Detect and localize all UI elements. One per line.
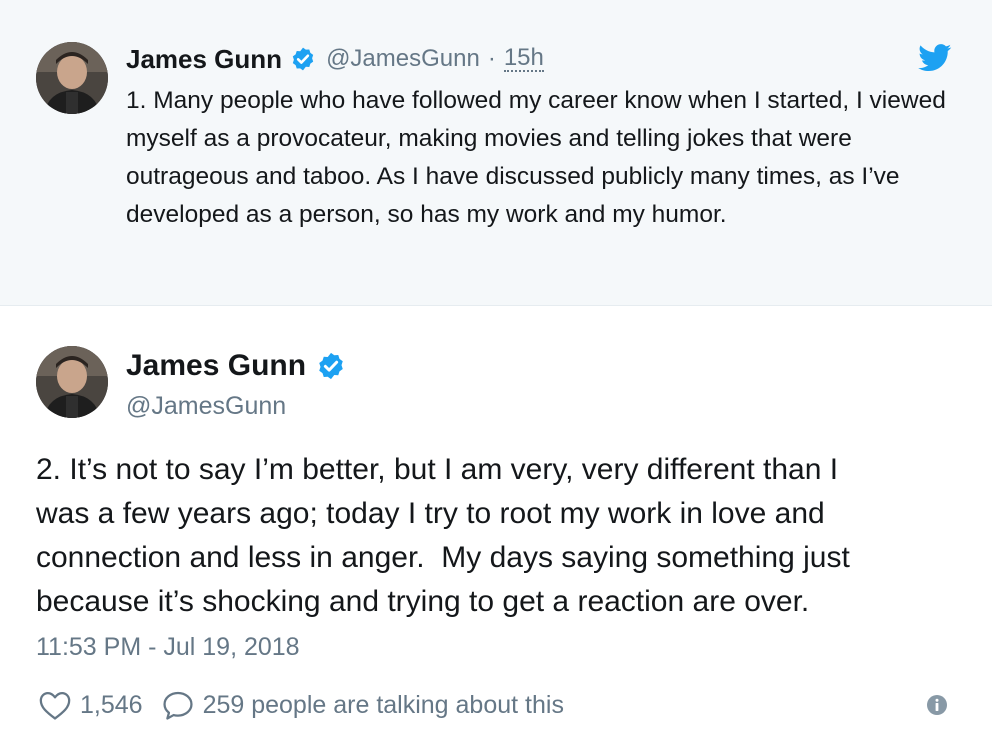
conversation-label: 259 people are talking about this: [202, 690, 564, 719]
main-tweet-header: James Gunn @JamesGunn: [126, 346, 346, 421]
twitter-bird-icon[interactable]: [918, 44, 952, 72]
avatar[interactable]: [36, 346, 108, 418]
like-count: 1,546: [80, 690, 143, 719]
tweet-timestamp[interactable]: 11:53 PM - Jul 19, 2018: [36, 633, 300, 662]
speech-bubble-icon: [162, 691, 193, 720]
info-icon[interactable]: [926, 694, 948, 716]
author-name-row: James Gunn: [126, 346, 346, 386]
avatar-photo: [36, 346, 108, 418]
tweet-time-link[interactable]: 15h: [503, 46, 544, 72]
author-name[interactable]: James Gunn: [126, 349, 306, 383]
conversation-link[interactable]: 259 people are talking about this: [161, 689, 564, 721]
author-name[interactable]: James Gunn: [126, 44, 282, 75]
verified-badge-icon: [319, 352, 343, 380]
verified-badge-icon: [292, 47, 314, 71]
separator-dot: ·: [487, 45, 496, 72]
heart-icon: [39, 691, 71, 720]
screen-name[interactable]: @JamesGunn: [126, 392, 346, 421]
main-tweet-text: 2. It’s not to say I’m better, but I am …: [36, 453, 850, 618]
screen-name[interactable]: @JamesGunn: [326, 45, 480, 73]
avatar[interactable]: [36, 42, 108, 114]
parent-tweet-text: 1. Many people who have followed my care…: [126, 87, 946, 228]
like-button[interactable]: 1,546: [38, 689, 143, 721]
tweet-actions: 1,546 259 people are talking about this: [38, 688, 564, 722]
parent-tweet-header: James Gunn @JamesGunn · 15h: [126, 42, 544, 76]
parent-tweet[interactable]: James Gunn @JamesGunn · 15h 1. Many peop…: [0, 0, 992, 306]
avatar-photo: [36, 42, 108, 114]
